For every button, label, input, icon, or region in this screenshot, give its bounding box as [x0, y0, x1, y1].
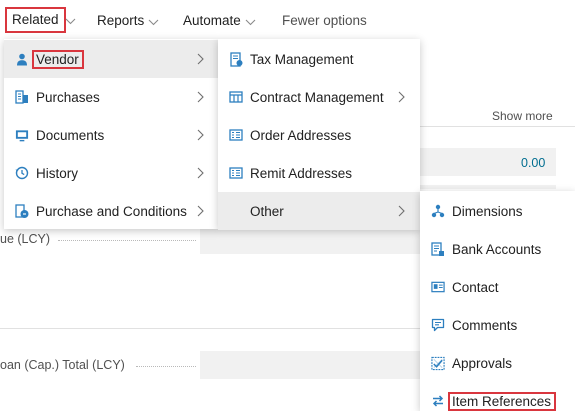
menu-item-label: Contact — [452, 279, 499, 295]
address-list-icon — [229, 128, 243, 142]
contact-card-icon — [431, 280, 445, 294]
address-list-icon — [229, 166, 243, 180]
menu-item-label: Purchases — [36, 89, 100, 105]
value-field — [420, 185, 556, 189]
show-more-link[interactable]: Show more — [492, 109, 553, 123]
menu-item-label: Purchase and Conditions — [36, 203, 187, 219]
divider — [0, 328, 420, 329]
chevron-down-icon — [245, 11, 256, 32]
value-field — [200, 351, 420, 379]
chevron-right-icon — [398, 91, 405, 106]
menu-item-label: History — [36, 165, 79, 181]
documents-icon — [15, 128, 29, 142]
field-leader — [136, 366, 196, 367]
menu-item-contract-management[interactable]: Contract Management — [218, 78, 420, 116]
reports-label: Reports — [97, 13, 145, 28]
other-submenu: Dimensions Bank Accounts Contact Comment… — [420, 191, 575, 411]
chevron-right-icon — [197, 91, 204, 106]
menu-item-label: Approvals — [452, 355, 513, 371]
menu-item-order-addresses[interactable]: Order Addresses — [218, 116, 420, 154]
chevron-right-icon — [197, 129, 204, 144]
related-menu-button[interactable]: Related — [5, 7, 66, 33]
field-label: oan (Cap.) Total (LCY) — [0, 358, 125, 372]
related-label: Related — [12, 12, 59, 27]
dimensions-icon — [431, 204, 445, 218]
field-leader — [58, 240, 196, 241]
menu-item-documents[interactable]: Documents — [4, 116, 218, 154]
menu-item-remit-addresses[interactable]: Remit Addresses — [218, 154, 420, 192]
purchase-conditions-icon — [15, 203, 29, 218]
chevron-right-icon — [197, 167, 204, 182]
person-icon — [15, 52, 29, 66]
menu-item-label: Documents — [36, 127, 105, 143]
menu-item-label: Bank Accounts — [452, 241, 542, 257]
field-label: ue (LCY) — [0, 232, 51, 246]
contract-icon — [229, 90, 243, 104]
action-bar: Related Reports Automate Fewer options — [0, 0, 575, 40]
menu-item-label: Vendor — [32, 49, 84, 69]
menu-item-tax-management[interactable]: Tax Management — [218, 40, 420, 78]
menu-item-history[interactable]: History — [4, 154, 218, 192]
history-icon — [15, 166, 29, 180]
swap-arrows-icon — [431, 394, 445, 408]
chevron-down-icon — [148, 11, 159, 32]
chevron-right-icon — [197, 53, 204, 68]
menu-item-item-references[interactable]: Item References — [420, 382, 575, 411]
menu-item-label: Tax Management — [250, 51, 354, 67]
fewer-options-label: Fewer options — [282, 13, 367, 28]
menu-item-label: Other — [250, 203, 284, 219]
menu-item-label: Order Addresses — [250, 127, 352, 143]
fewer-options-button[interactable]: Fewer options — [282, 10, 367, 31]
menu-item-other[interactable]: Other — [218, 192, 420, 230]
related-menu: Vendor Purchases Documents History Purch… — [4, 39, 218, 229]
chevron-down-icon — [65, 10, 76, 31]
menu-item-dimensions[interactable]: Dimensions — [420, 192, 575, 230]
chevron-right-icon — [398, 205, 405, 220]
menu-item-vendor[interactable]: Vendor — [4, 40, 218, 78]
chevron-right-icon — [197, 205, 204, 220]
menu-item-contact[interactable]: Contact — [420, 268, 575, 306]
menu-item-label: Contract Management — [250, 89, 384, 105]
value-text: 0.00 — [521, 156, 546, 170]
automate-label: Automate — [183, 13, 241, 28]
menu-item-label: Comments — [452, 317, 518, 333]
divider — [420, 126, 575, 127]
menu-item-bank-accounts[interactable]: Bank Accounts — [420, 230, 575, 268]
menu-item-label: Remit Addresses — [250, 165, 353, 181]
menu-item-label: Dimensions — [452, 203, 523, 219]
tax-icon — [229, 51, 243, 67]
menu-item-label: Item References — [447, 391, 557, 411]
reports-menu-button[interactable]: Reports — [97, 10, 159, 31]
value-field — [200, 226, 420, 254]
purchases-icon — [15, 90, 29, 104]
comment-icon — [431, 318, 445, 332]
menu-item-approvals[interactable]: Approvals — [420, 344, 575, 382]
bank-icon — [431, 241, 445, 256]
menu-item-comments[interactable]: Comments — [420, 306, 575, 344]
menu-item-purchases[interactable]: Purchases — [4, 78, 218, 116]
automate-menu-button[interactable]: Automate — [183, 10, 256, 31]
vendor-submenu: Tax Management Contract Management Order… — [218, 39, 420, 230]
menu-item-purchase-and-conditions[interactable]: Purchase and Conditions — [4, 192, 218, 230]
approvals-icon — [431, 356, 445, 370]
